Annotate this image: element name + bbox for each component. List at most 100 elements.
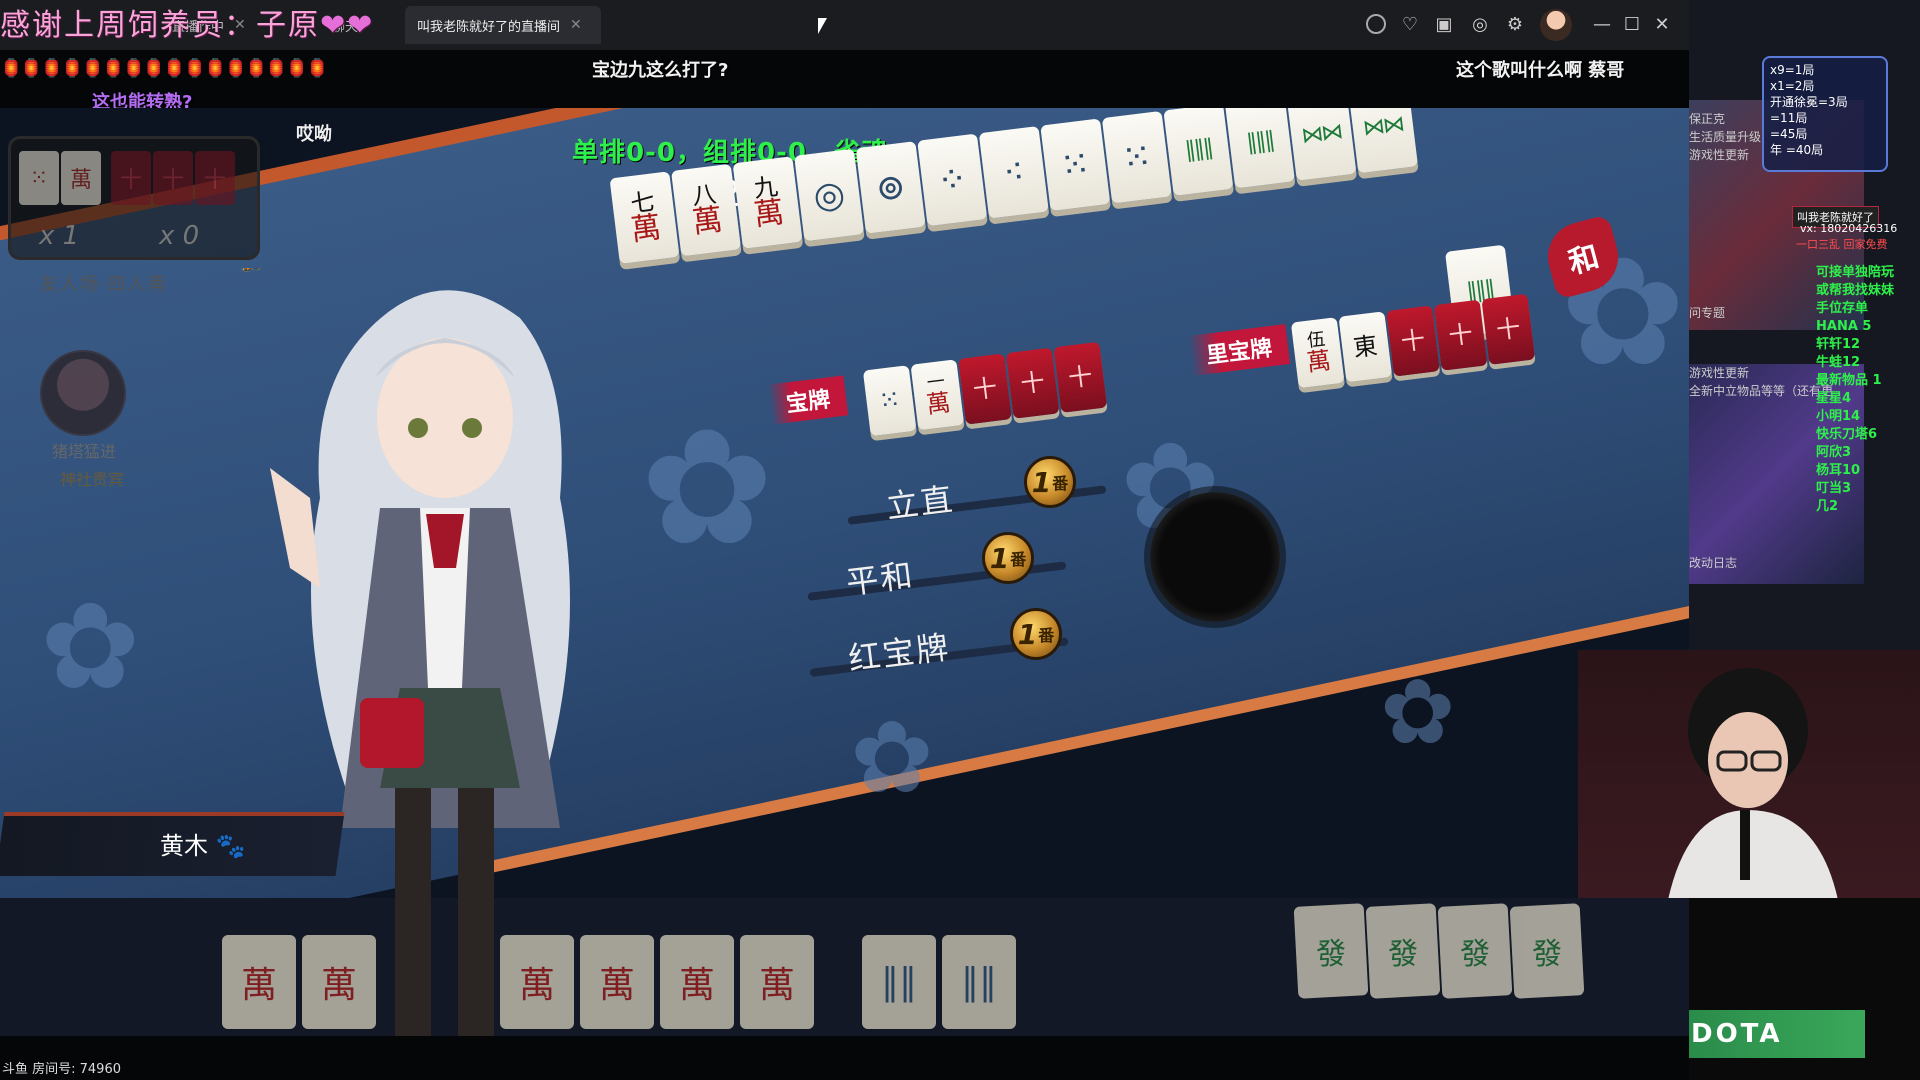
han-value: 1 [989, 541, 1010, 575]
player-name: 猪塔猛进 [52, 442, 117, 461]
hand-tile: ‖‖ [942, 935, 1016, 1029]
gift-item: 阿欣3 [1816, 445, 1852, 460]
side-note: 保正克 [1689, 112, 1726, 126]
circle-suit-icon: ⁖ [1000, 150, 1027, 194]
tile-back-mark-icon: 十 [1066, 361, 1094, 393]
han-unit: 番 [1038, 626, 1055, 645]
count-b: x 0 [159, 221, 200, 251]
meld-tile: 發 [1509, 903, 1585, 999]
mini-tile-back: 十 [153, 151, 193, 205]
side-note: 游戏性更新 [1689, 366, 1750, 380]
sakura-icon: ✿ [640, 394, 775, 581]
avatar[interactable] [1540, 9, 1572, 41]
gift-item: 几2 [1816, 499, 1839, 514]
han-unit: 番 [1010, 550, 1027, 569]
han-value: 1 [1017, 617, 1038, 651]
gift-item: 或帮我找妹妹 [1816, 283, 1895, 298]
count-a: x 1 [39, 221, 80, 251]
mahjong-tile: 伍萬 [1290, 317, 1345, 389]
gift-item: 叮当3 [1816, 481, 1852, 496]
tile-back-mark-icon: 十 [1447, 319, 1475, 351]
danmu-message: 这个歌叫什么啊 蔡哥 [1456, 60, 1625, 81]
room-mode: 友人场·四人南 [40, 274, 168, 295]
mahjong-tile: ◎ [794, 148, 865, 242]
meld-tile: 發 [1365, 903, 1441, 999]
dora-info-panel: ⁙ 萬 十 十 十 x 1 x 0 [8, 136, 260, 260]
mahjong-tile: 東 [1338, 311, 1393, 383]
tile-back-mark-icon: 十 [971, 373, 999, 405]
svg-text:🦋: 🦋 [230, 268, 267, 276]
ad-contact: vx: 18020426316 [1800, 222, 1898, 235]
yaku-name: 立直 [884, 479, 957, 526]
tile-back: 十 [958, 353, 1012, 425]
message-icon[interactable]: ◎ [1468, 12, 1492, 36]
han-badge: 1番 [982, 532, 1034, 584]
gift-item: 星星4 [1816, 391, 1852, 406]
mahjong-tile: ⁘ [917, 133, 988, 227]
scroll-banner: 感谢上周饲养员：子原❤❤ [0, 0, 374, 44]
streamer-image [1668, 668, 1838, 898]
sakura-icon: ✿ [40, 578, 141, 717]
tab-stream[interactable]: 叫我老陈就好了的直播间 ✕ [405, 6, 601, 44]
heart-icon[interactable]: ♡ [1398, 12, 1422, 36]
hand-tile: 萬 [222, 935, 296, 1029]
hand-tile: 萬 [500, 935, 574, 1029]
maximize-icon[interactable]: ☐ [1620, 12, 1644, 36]
tile-suit: 萬 [751, 194, 787, 234]
danmu-message: 宝边九这么打了? [592, 60, 729, 81]
tile-back-mark-icon: 十 [1494, 313, 1522, 345]
han-badge: 1番 [1024, 456, 1076, 508]
player-rank: 神社贵宾 [60, 470, 125, 489]
mini-tile-back: 十 [111, 151, 151, 205]
close-window-icon[interactable]: ✕ [1650, 12, 1674, 36]
tile-suit: 東 [1351, 331, 1379, 363]
avatar [40, 350, 126, 436]
dota-button[interactable]: DOTA [1689, 1010, 1865, 1058]
minimize-icon[interactable]: — [1590, 12, 1614, 36]
yaku-item: 立直 [847, 474, 1107, 528]
fire-bar: 🏮🏮🏮🏮🏮🏮🏮🏮🏮🏮🏮🏮🏮🏮🏮🏮 [0, 58, 329, 79]
close-icon[interactable]: ✕ [570, 17, 582, 33]
gift-item: 快乐刀塔6 [1816, 427, 1878, 442]
gift-item: 手位存单 [1816, 301, 1869, 316]
leaderboard-row: =45局 [1770, 127, 1808, 141]
mini-tile: 萬 [61, 151, 101, 205]
hand-tile: 萬 [740, 935, 814, 1029]
webcam-feed [1578, 650, 1920, 898]
leaderboard: x9=1局 x1=2局 开通徐冕=3局 =11局 =45局 年 =40局 [1762, 56, 1888, 172]
gift-item: 杨耳10 [1816, 463, 1861, 478]
game-area: ✿ ✿ ✿ ✿ ✿ ✿ ⁙ 萬 十 十 十 x 1 x 0 友人场·四人南 猪塔… [0, 108, 1689, 1036]
circle-suit-icon: ⊚ [873, 165, 909, 210]
han-unit: 番 [1052, 474, 1069, 493]
tile-suit: 萬 [924, 388, 953, 420]
bamboo-suit-icon: ‖‖‖ [1244, 127, 1275, 156]
settings-icon[interactable]: ⚙ [1503, 12, 1527, 36]
leaderboard-row: 年 =40局 [1770, 143, 1824, 157]
tile-suit: 萬 [628, 209, 663, 249]
mahjong-tile: 八萬 [671, 163, 742, 257]
yaku-name: 平和 [844, 555, 917, 602]
leaderboard-row: 开通徐冕=3局 [1770, 95, 1848, 109]
yaku-item: 平和 [807, 550, 1067, 604]
leaderboard-row: x1=2局 [1770, 79, 1815, 93]
gift-item: 小明14 [1816, 409, 1861, 424]
mahjong-tile: ‖‖‖ [1163, 108, 1234, 196]
character-name: 黄木 🐾 [160, 826, 246, 861]
bamboo-suit-icon: ⋈⋈ [1300, 119, 1343, 149]
tile-suit: 萬 [690, 202, 725, 241]
side-note: 全新中立物品等等（还有更 [1689, 384, 1834, 398]
side-note: 生活质量升级 [1689, 130, 1762, 144]
gift-item: 最新物品 1 [1816, 373, 1882, 388]
mahjong-tile: 七萬 [609, 171, 680, 264]
mahjong-tile: ⊚ [855, 141, 926, 234]
mahjong-tile: ⁖ [978, 125, 1049, 219]
history-icon[interactable] [1364, 12, 1388, 36]
mini-tile: ⁙ [19, 151, 59, 205]
bamboo-suit-icon: ‖‖‖ [1183, 135, 1214, 164]
mahjong-tile: ⋈⋈ [1286, 108, 1357, 181]
hand-tile: 萬 [660, 935, 734, 1029]
danmu-message: 哎呦 [296, 124, 332, 145]
hand-tile: ‖‖ [862, 935, 936, 1029]
character-name-text: 黄木 [160, 832, 208, 860]
calendar-icon[interactable]: ▣ [1432, 12, 1456, 36]
